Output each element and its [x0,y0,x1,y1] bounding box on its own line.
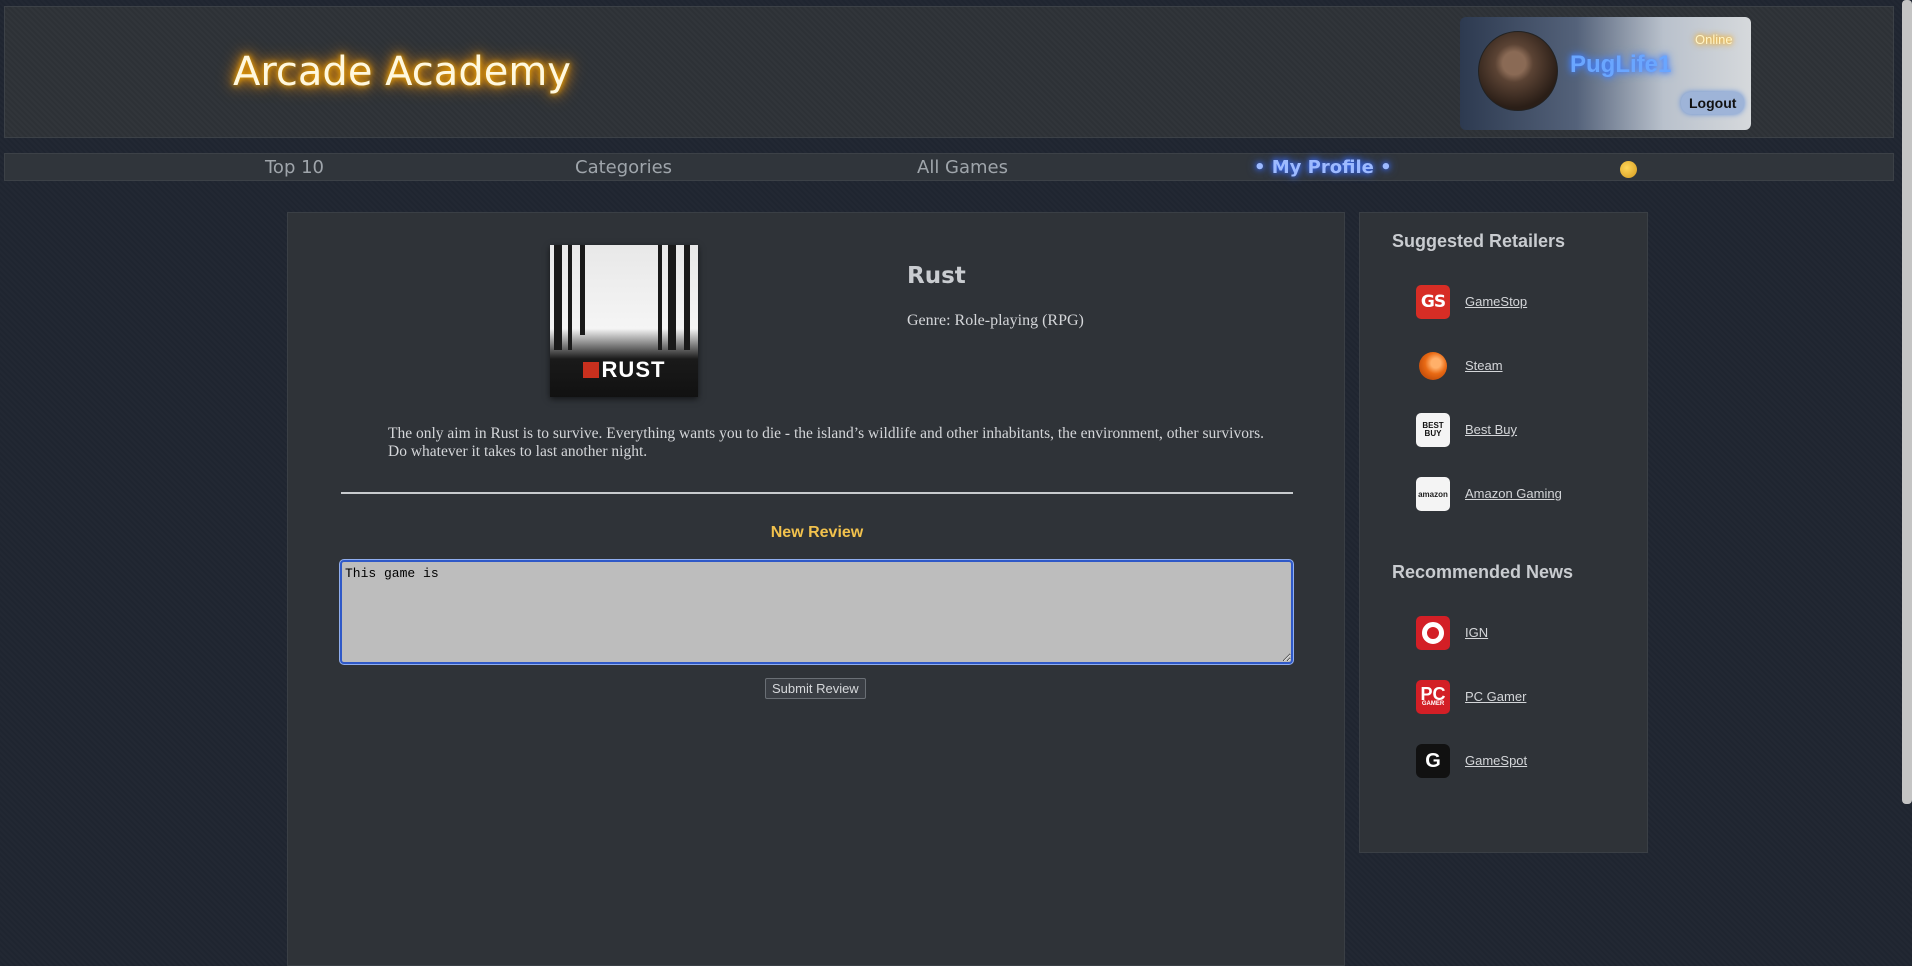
divider [341,492,1293,494]
review-textarea[interactable] [340,560,1293,664]
pcgamer-icon[interactable]: PC GAMER [1416,680,1450,714]
game-detail-panel: RUST Rust Genre: Role-playing (RPG) The … [287,212,1345,966]
main-nav: Top 10 Categories All Games • My Profile… [4,153,1894,181]
profile-username[interactable]: PugLife1 [1570,51,1671,79]
retailers-heading: Suggested Retailers [1392,231,1566,251]
retailer-link[interactable]: Best Buy [1465,422,1517,437]
news-link[interactable]: IGN [1465,625,1488,640]
news-heading: Recommended News [1392,562,1574,582]
game-title: Rust [907,263,966,289]
news-link[interactable]: PC Gamer [1465,689,1526,704]
ign-icon[interactable] [1416,616,1450,650]
gamestop-icon[interactable]: GS [1416,285,1450,319]
page-scrollbar[interactable] [1902,0,1912,804]
retailer-link[interactable]: Amazon Gaming [1465,486,1562,501]
cover-logo: RUST [550,357,698,383]
news-link[interactable]: GameSpot [1465,753,1527,768]
retailer-link[interactable]: Steam [1465,358,1503,373]
logout-button[interactable]: Logout [1681,92,1745,114]
nav-item-categories[interactable]: Categories [575,157,672,178]
steam-icon[interactable] [1416,349,1450,383]
game-cover-image: RUST [550,245,698,397]
profile-card: PugLife1 Online Logout [1460,17,1751,130]
bestbuy-icon[interactable]: BEST BUY [1416,413,1450,447]
nav-item-top10[interactable]: Top 10 [265,157,324,178]
status-badge: Online [1695,32,1733,47]
nav-item-my-profile[interactable]: • My Profile • [1254,157,1392,178]
sidebar: Suggested Retailers GS GameStop Steam BE… [1359,212,1648,853]
nav-item-all-games[interactable]: All Games [917,157,1008,178]
game-genre: Genre: Role-playing (RPG) [907,312,1084,329]
gamespot-icon[interactable]: G [1416,744,1450,778]
avatar[interactable] [1478,31,1558,111]
game-description: The only aim in Rust is to survive. Ever… [388,425,1265,460]
site-header: Arcade Academy PugLife1 Online Logout [4,6,1894,138]
emoji-face-icon[interactable] [1620,161,1637,178]
review-heading: New Review [770,524,864,541]
amazon-icon[interactable]: amazon [1416,477,1450,511]
submit-review-button[interactable]: Submit Review [765,678,866,699]
site-title[interactable]: Arcade Academy [233,49,571,95]
retailer-link[interactable]: GameStop [1465,294,1527,309]
